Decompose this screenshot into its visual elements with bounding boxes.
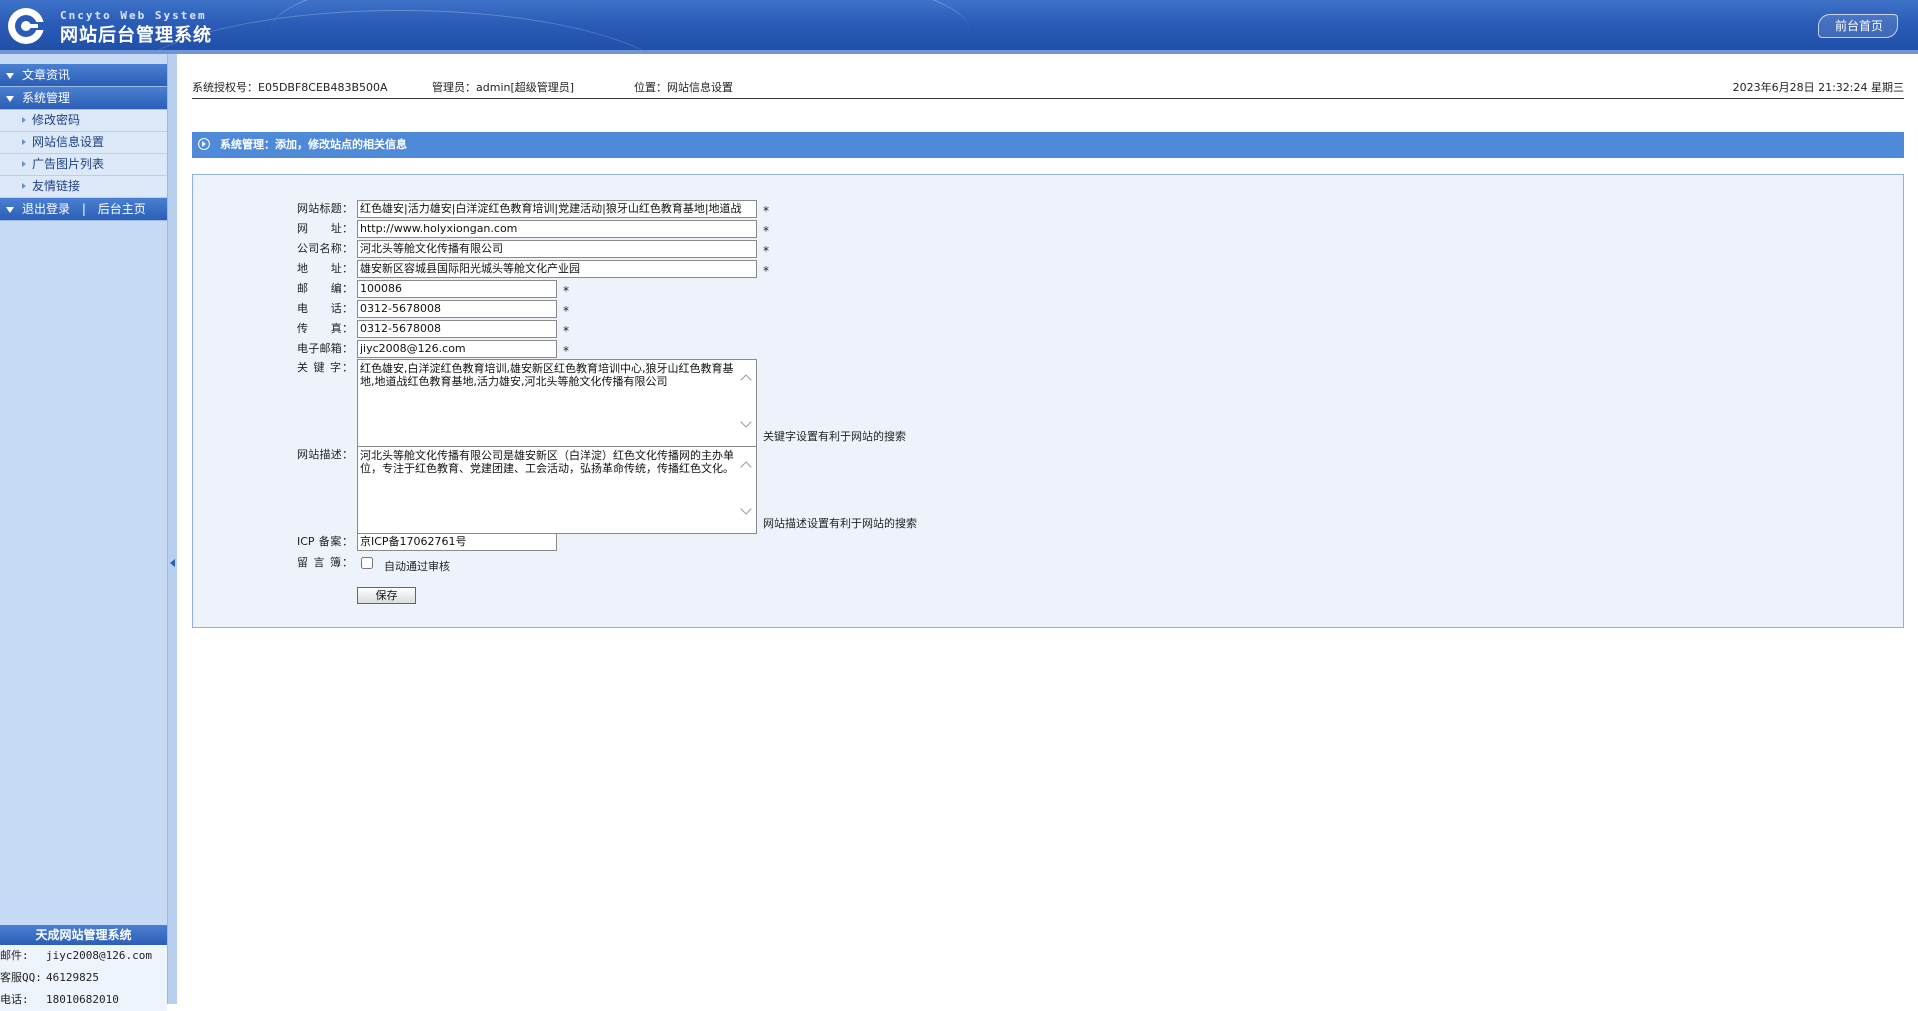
company-input[interactable] bbox=[357, 240, 757, 258]
current-datetime: 2023年6月28日 21:32:24 星期三 bbox=[1732, 81, 1904, 94]
keywords-hint: 关键字设置有利于网站的搜索 bbox=[763, 430, 906, 443]
menu-group-articles[interactable]: 文章资讯 bbox=[0, 64, 167, 87]
menu-item-site-info[interactable]: 网站信息设置 bbox=[0, 132, 167, 154]
save-button[interactable]: 保存 bbox=[357, 587, 416, 604]
menu-group-label: 系统管理 bbox=[22, 91, 71, 105]
sidebar: 文章资讯 系统管理 修改密码 网站信息设置 广告图片列表 友情链接 退出登录 |… bbox=[0, 54, 167, 1011]
guestbook-label: 留 言 簿： bbox=[297, 556, 353, 569]
site-settings-form: 网站标题： * 网 址： * 公司名称： * 地 址： * 邮 编： * 电 话… bbox=[192, 174, 1904, 628]
menu-item-change-password[interactable]: 修改密码 bbox=[0, 110, 167, 132]
contact-phone: 18010682010 bbox=[46, 993, 119, 1006]
auto-approve-label: 自动通过审核 bbox=[384, 560, 450, 573]
collapse-arrow-icon bbox=[170, 559, 175, 567]
brand-title: 网站后台管理系统 bbox=[60, 25, 212, 46]
arrow-right-icon bbox=[22, 183, 26, 189]
menu-group-logout-home: 退出登录 | 后台主页 bbox=[0, 198, 167, 221]
keywords-textarea[interactable]: 红色雄安,白洋淀红色教育培训,雄安新区红色教育培训中心,狼牙山红色教育基地,地道… bbox=[357, 359, 757, 447]
site-title-input[interactable] bbox=[357, 200, 757, 218]
current-location: 位置：网站信息设置 bbox=[634, 81, 733, 94]
contact-email-label: 邮件: bbox=[0, 949, 29, 962]
menu-item-label: 网站信息设置 bbox=[32, 135, 105, 149]
info-bar: 系统授权号：E05DBF8CEB483B500A 管理员：admin[超级管理员… bbox=[192, 78, 1904, 99]
admin-info: 管理员：admin[超级管理员] bbox=[432, 81, 575, 94]
company-label: 公司名称： bbox=[297, 242, 353, 255]
section-title-bar: 系统管理：添加，修改站点的相关信息 bbox=[192, 132, 1904, 158]
sidebar-footer-title: 天成网站管理系统 bbox=[0, 925, 167, 945]
contact-email-row: 邮件: jiyc2008@126.com bbox=[0, 945, 167, 967]
required-mark: * bbox=[763, 244, 769, 258]
postcode-input[interactable] bbox=[357, 280, 557, 298]
contact-phone-row: 电话: 18010682010 bbox=[0, 989, 167, 1011]
required-mark: * bbox=[763, 224, 769, 238]
app-header: Cncyto Web System 网站后台管理系统 前台首页 bbox=[0, 0, 1918, 54]
keywords-scrollbar[interactable] bbox=[739, 360, 753, 446]
c-logo-icon bbox=[8, 8, 46, 44]
arrow-right-icon bbox=[22, 161, 26, 167]
description-scrollbar[interactable] bbox=[739, 447, 753, 533]
contact-qq: 46129825 bbox=[46, 971, 99, 984]
license-number: 系统授权号：E05DBF8CEB483B500A bbox=[192, 81, 388, 94]
required-mark: * bbox=[763, 204, 769, 218]
email-label: 电子邮箱： bbox=[297, 342, 353, 355]
description-label: 网站描述： bbox=[297, 448, 353, 461]
circle-play-icon bbox=[198, 138, 210, 150]
divider: | bbox=[81, 202, 86, 216]
required-mark: * bbox=[563, 284, 569, 298]
sidebar-collapse-toggle[interactable] bbox=[167, 54, 177, 1004]
menu-item-ad-images[interactable]: 广告图片列表 bbox=[0, 154, 167, 176]
address-label: 地 址： bbox=[297, 262, 353, 275]
url-input[interactable] bbox=[357, 220, 757, 238]
keywords-label: 关 键 字： bbox=[297, 361, 353, 374]
auto-approve-checkbox[interactable] bbox=[361, 557, 373, 569]
menu-item-label: 友情链接 bbox=[32, 179, 81, 193]
chevron-up-icon bbox=[740, 374, 752, 386]
menu-group-label: 文章资讯 bbox=[22, 68, 71, 82]
phone-input[interactable] bbox=[357, 300, 557, 318]
menu-group-system[interactable]: 系统管理 bbox=[0, 87, 167, 110]
chevron-up-icon bbox=[740, 461, 752, 473]
site-title-label: 网站标题： bbox=[297, 202, 353, 215]
header-decoration bbox=[270, 0, 970, 54]
sidebar-footer: 天成网站管理系统 邮件: jiyc2008@126.com 客服QQ: 461298… bbox=[0, 925, 167, 1011]
contact-email: jiyc2008@126.com bbox=[46, 949, 152, 962]
arrow-right-icon bbox=[22, 117, 26, 123]
logout-link[interactable]: 退出登录 bbox=[22, 202, 70, 216]
menu-item-friend-links[interactable]: 友情链接 bbox=[0, 176, 167, 198]
address-input[interactable] bbox=[357, 260, 757, 278]
required-mark: * bbox=[563, 324, 569, 338]
email-input[interactable] bbox=[357, 340, 557, 358]
contact-qq-label: 客服QQ: bbox=[0, 971, 42, 984]
chevron-down-icon bbox=[740, 416, 752, 428]
required-mark: * bbox=[763, 264, 769, 278]
triangle-down-icon bbox=[6, 206, 14, 213]
header-stripe bbox=[0, 50, 1918, 54]
triangle-down-icon bbox=[6, 72, 14, 79]
admin-home-link[interactable]: 后台主页 bbox=[98, 202, 146, 216]
front-home-link[interactable]: 前台首页 bbox=[1817, 14, 1898, 38]
required-mark: * bbox=[563, 304, 569, 318]
fax-label: 传 真： bbox=[297, 322, 353, 335]
icp-input[interactable] bbox=[357, 533, 557, 551]
contact-qq-row: 客服QQ: 46129825 bbox=[0, 967, 167, 989]
menu-item-label: 修改密码 bbox=[32, 113, 81, 127]
arrow-right-icon bbox=[22, 139, 26, 145]
contact-phone-label: 电话: bbox=[0, 993, 29, 1006]
description-hint: 网站描述设置有利于网站的搜索 bbox=[763, 517, 917, 530]
triangle-down-icon bbox=[6, 95, 14, 102]
url-label: 网 址： bbox=[297, 222, 353, 235]
icp-label: ICP 备案： bbox=[297, 535, 353, 548]
phone-label: 电 话： bbox=[297, 302, 353, 315]
section-title: 系统管理：添加，修改站点的相关信息 bbox=[220, 138, 407, 151]
menu-item-label: 广告图片列表 bbox=[32, 157, 105, 171]
description-textarea[interactable]: 河北头等舱文化传播有限公司是雄安新区（白洋淀）红色文化传播网的主办单位，专注于红… bbox=[357, 446, 757, 534]
fax-input[interactable] bbox=[357, 320, 557, 338]
required-mark: * bbox=[563, 344, 569, 358]
chevron-down-icon bbox=[740, 503, 752, 515]
postcode-label: 邮 编： bbox=[297, 282, 353, 295]
